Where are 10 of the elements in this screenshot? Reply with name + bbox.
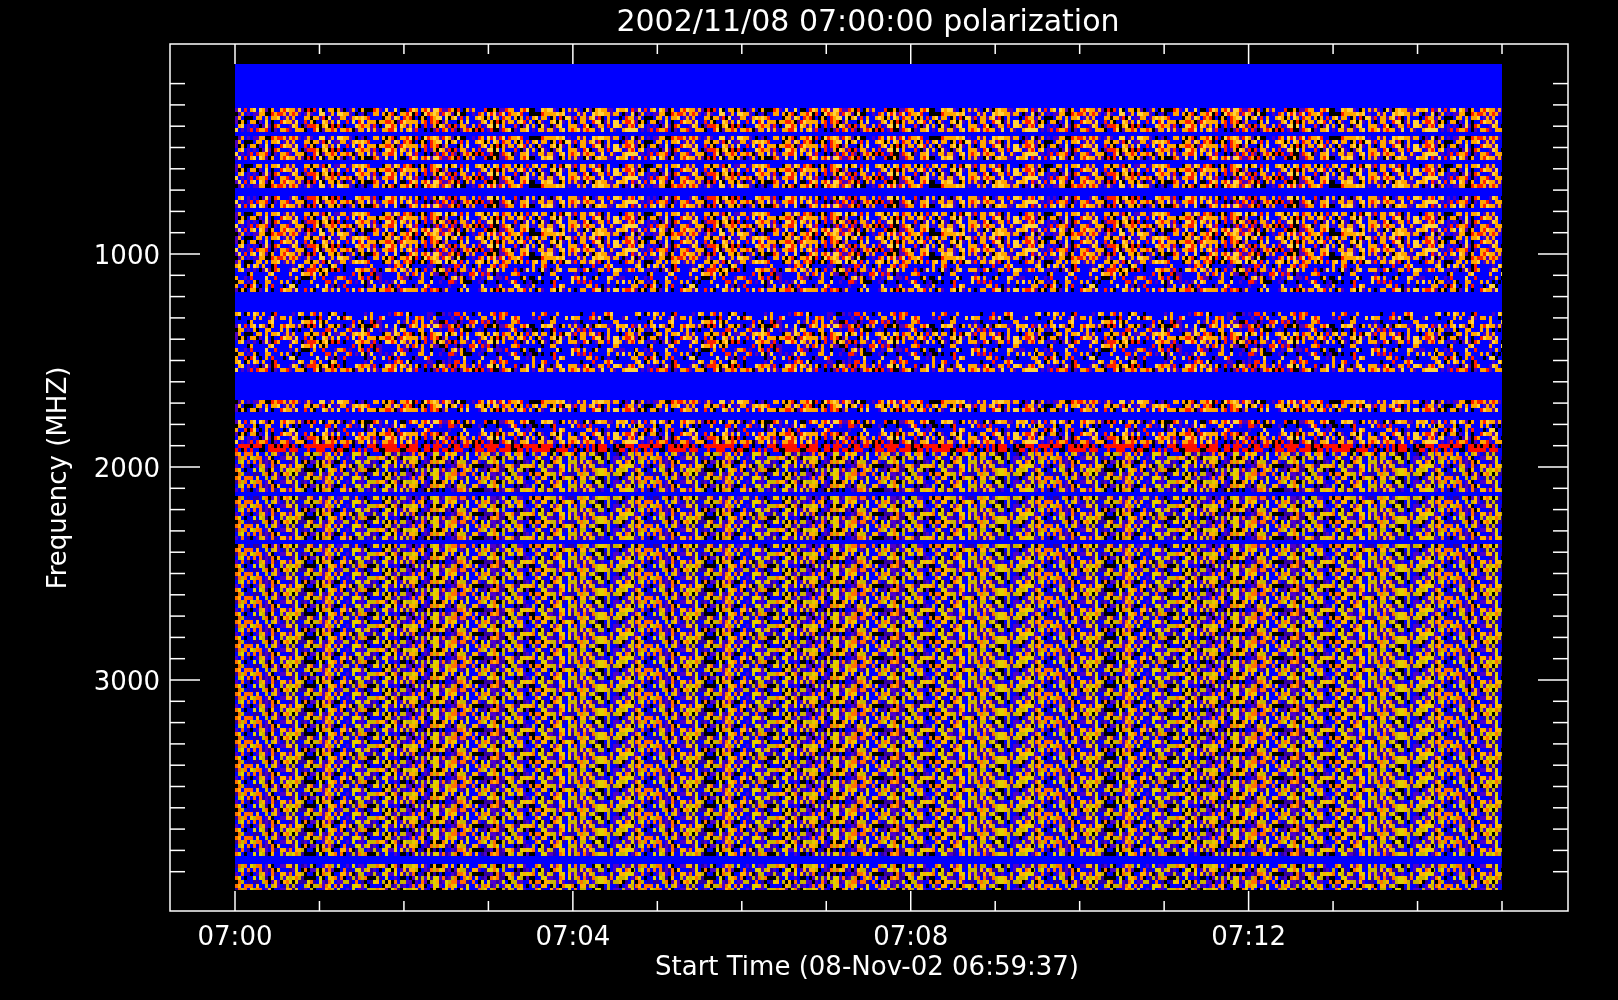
x-tick-label: 07:00 (197, 921, 273, 951)
x-axis-label: Start Time (08-Nov-02 06:59:37) (655, 951, 1079, 981)
x-tick-label: 07:04 (535, 921, 611, 951)
plot-title: 2002/11/08 07:00:00 polarization (616, 3, 1120, 38)
y-axis-label: Frequency (MHZ) (42, 366, 72, 590)
y-tick-label: 3000 (93, 666, 160, 696)
y-tick-label: 1000 (93, 240, 160, 270)
x-tick-label: 07:12 (1211, 921, 1287, 951)
x-tick-label: 07:08 (873, 921, 949, 951)
y-tick-label: 2000 (93, 453, 160, 483)
